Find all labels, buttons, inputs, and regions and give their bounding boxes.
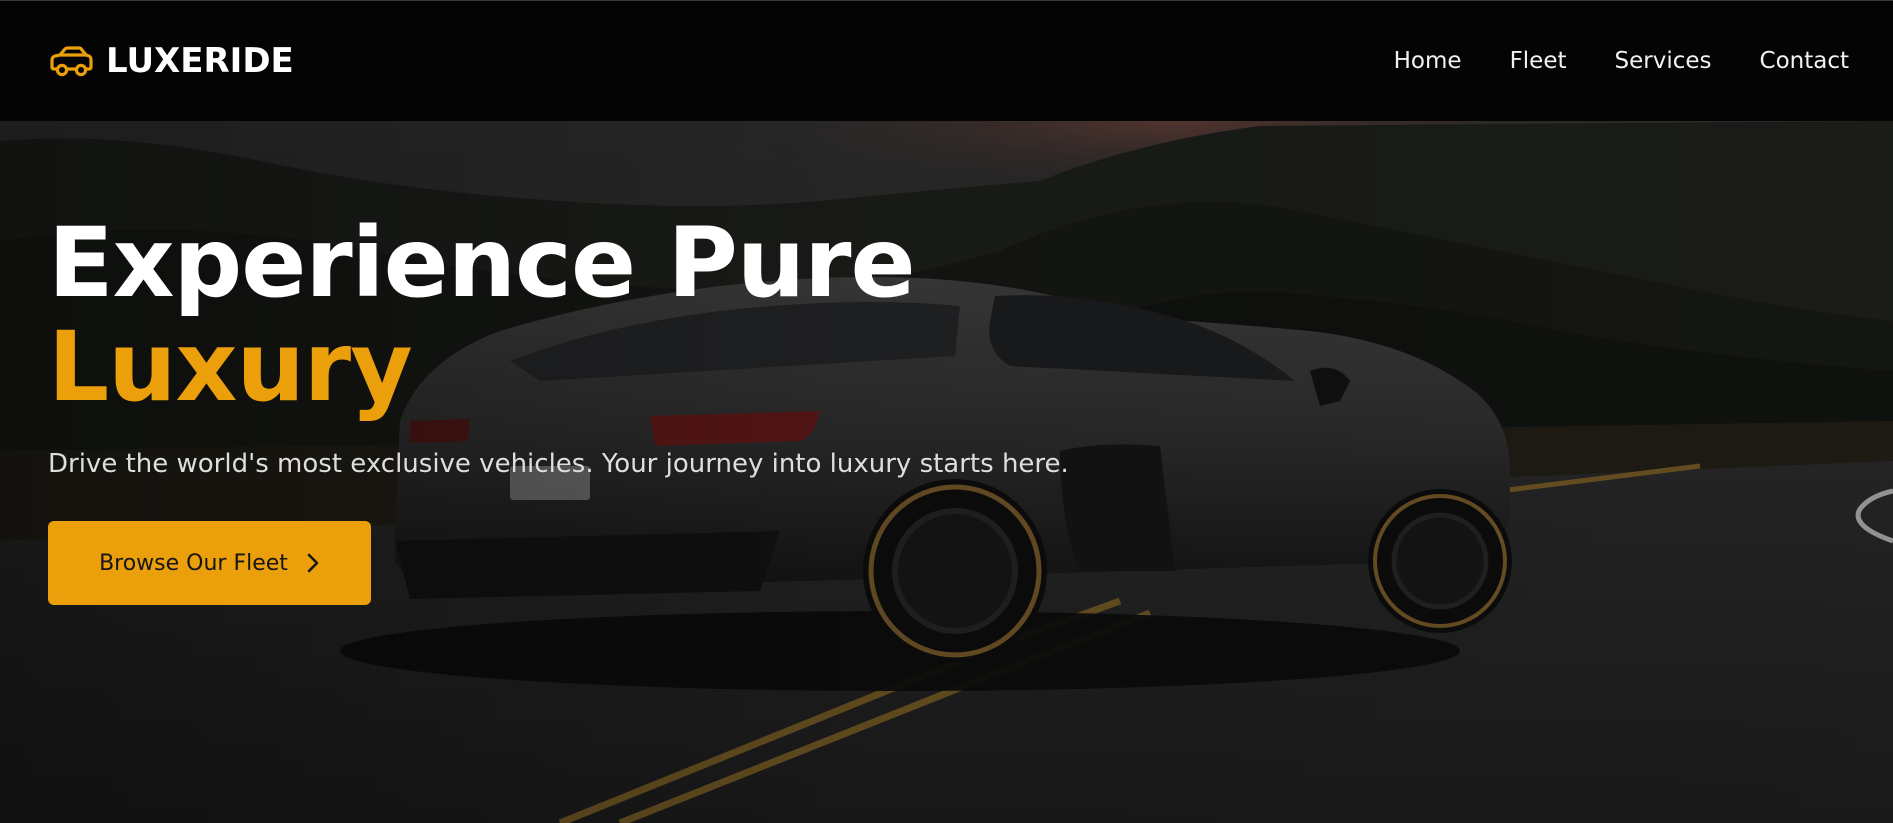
nav-link-contact[interactable]: Contact	[1760, 48, 1849, 74]
brand-name: LUXERIDE	[106, 41, 294, 81]
hero-title: Experience Pure Luxury	[48, 211, 1148, 419]
browse-fleet-label: Browse Our Fleet	[99, 550, 288, 576]
main-nav: Home Fleet Services Contact	[1394, 48, 1849, 74]
car-icon	[50, 46, 93, 77]
hero-subtitle: Drive the world's most exclusive vehicle…	[48, 449, 1069, 479]
navbar: LUXERIDE Home Fleet Services Contact	[0, 0, 1893, 121]
hero-section: Experience Pure Luxury Drive the world's…	[0, 121, 1893, 823]
hero-content: Experience Pure Luxury Drive the world's…	[48, 211, 1148, 605]
nav-link-home[interactable]: Home	[1394, 48, 1462, 74]
chevron-right-icon	[307, 553, 319, 573]
browse-fleet-button[interactable]: Browse Our Fleet	[48, 521, 371, 605]
hero-title-line1: Experience Pure	[48, 207, 916, 319]
nav-link-services[interactable]: Services	[1615, 48, 1712, 74]
nav-link-fleet[interactable]: Fleet	[1510, 48, 1567, 74]
brand-logo[interactable]: LUXERIDE	[48, 41, 294, 81]
hero-title-highlight: Luxury	[48, 311, 413, 423]
